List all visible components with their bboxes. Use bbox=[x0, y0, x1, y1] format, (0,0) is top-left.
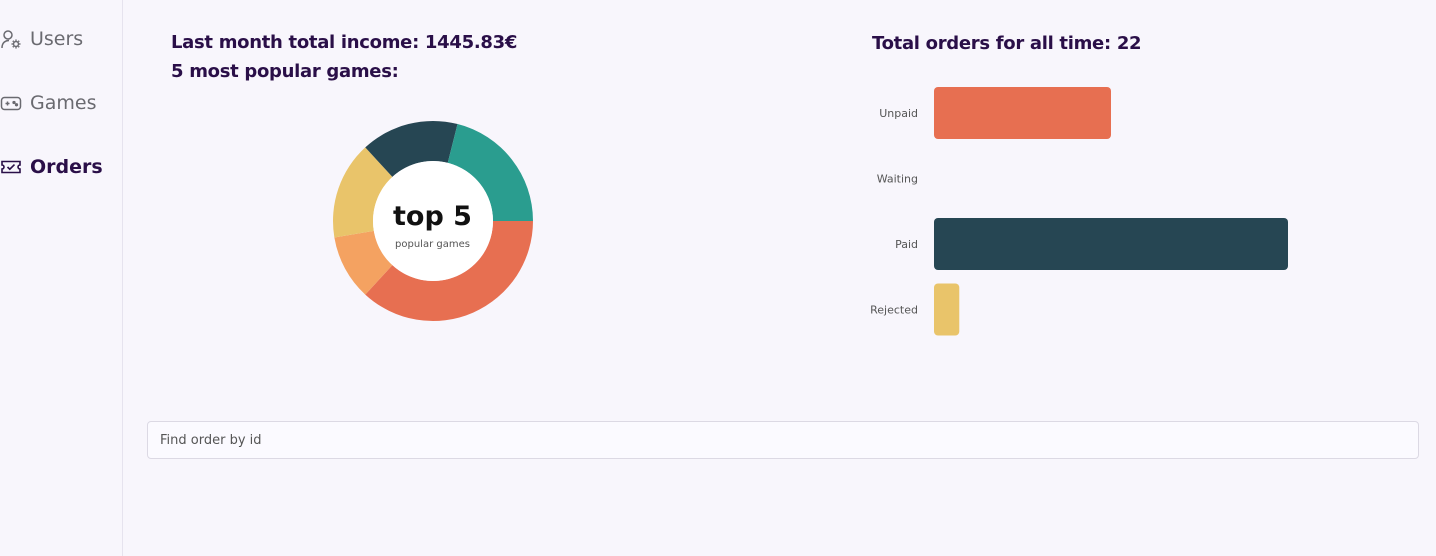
donut-center-title: top 5 bbox=[393, 201, 472, 232]
donut-center-subtitle: popular games bbox=[395, 239, 470, 250]
sidebar-item-label: Users bbox=[30, 28, 84, 50]
popular-games-heading: 5 most popular games: bbox=[171, 61, 399, 82]
bar[interactable] bbox=[934, 87, 1111, 139]
bar[interactable] bbox=[934, 218, 1288, 270]
income-heading: Last month total income: 1445.83€ bbox=[171, 32, 518, 53]
bar-category-label: Waiting bbox=[877, 173, 918, 186]
bar-category-label: Unpaid bbox=[879, 107, 918, 120]
user-gear-icon bbox=[0, 28, 22, 50]
sidebar-item-games[interactable]: Games bbox=[0, 88, 96, 118]
order-status-bar-chart: Unpaid Waiting Paid Rejected bbox=[870, 87, 1288, 336]
sidebar-item-label: Games bbox=[30, 92, 97, 114]
sidebar-item-label: Orders bbox=[30, 156, 103, 178]
order-search-input[interactable] bbox=[147, 421, 1419, 459]
bar[interactable] bbox=[934, 283, 960, 336]
sidebar: Users Games Orders bbox=[0, 0, 123, 556]
bar-category-label: Rejected bbox=[870, 304, 918, 317]
gamepad-icon bbox=[0, 92, 22, 114]
total-orders-heading: Total orders for all time: 22 bbox=[872, 33, 1142, 54]
sidebar-item-orders[interactable]: Orders bbox=[0, 152, 103, 182]
sidebar-item-users[interactable]: Users bbox=[0, 24, 83, 54]
bar-category-label: Paid bbox=[895, 238, 918, 251]
ticket-check-icon bbox=[0, 156, 22, 178]
